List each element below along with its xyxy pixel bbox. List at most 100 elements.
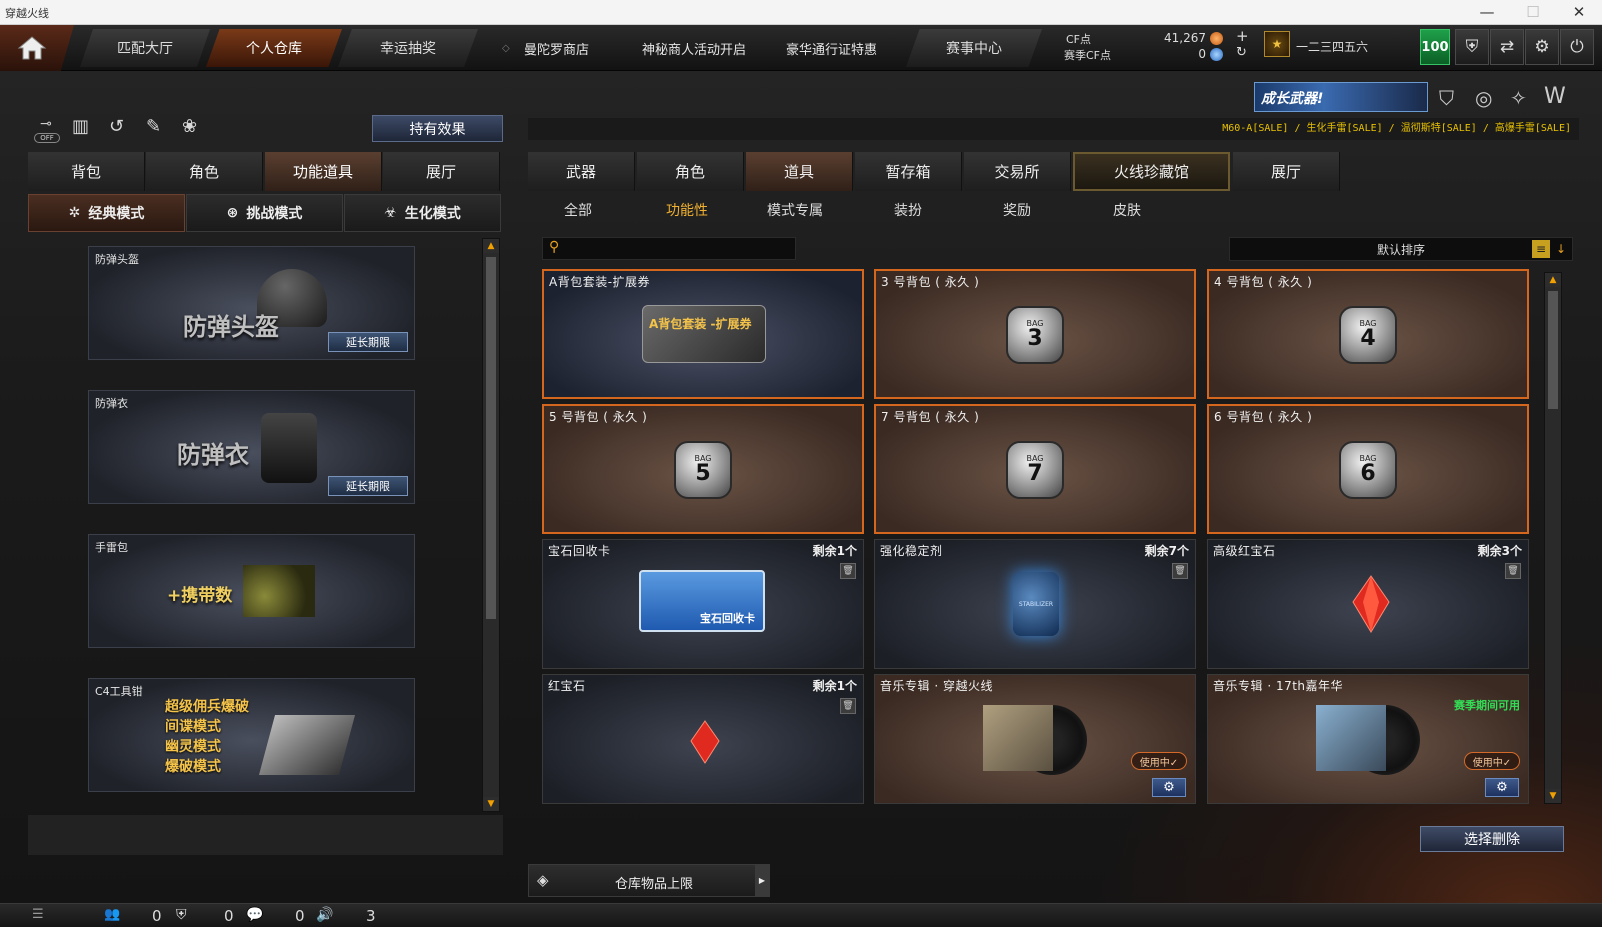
scroll-thumb[interactable]	[1548, 291, 1558, 409]
trash-icon[interactable]: 🗑	[1505, 563, 1521, 579]
gear-icon[interactable]: ⚙	[1485, 778, 1519, 797]
menu-list-icon[interactable]: ☰	[32, 907, 44, 922]
album-cover-image	[1316, 705, 1386, 771]
extend-period-button[interactable]: 延长期限	[328, 332, 408, 352]
mode-classic-button[interactable]: ✲ 经典模式	[28, 194, 185, 232]
in-use-badge: 使用中✓	[1464, 752, 1520, 770]
left-tab-showroom[interactable]: 展厅	[383, 152, 500, 191]
nav-link-mystery-merchant[interactable]: 神秘商人活动开启	[642, 29, 746, 67]
nav-tab-warehouse[interactable]: 个人仓库	[206, 29, 342, 67]
settings-gear-icon[interactable]: ⚙	[1525, 29, 1559, 65]
storage-limit-bar[interactable]: ◈ 仓库物品上限 ▶	[528, 864, 770, 897]
item-card[interactable]: 5 号背包 ( 永久 ) BAG 5	[542, 404, 864, 534]
right-tab-showroom[interactable]: 展厅	[1233, 152, 1340, 191]
speaker-icon[interactable]: 🔊	[316, 907, 333, 923]
left-item-vest[interactable]: 防弹衣 防弹衣 延长期限	[88, 390, 415, 504]
add-cf-icon[interactable]: +	[1236, 27, 1249, 45]
sale-ticker[interactable]: M60-A[SALE] / 生化手雷[SALE] / 温彻斯特[SALE] / …	[528, 118, 1579, 140]
backpack-icon: BAG 5	[674, 441, 732, 499]
nav-tab-lobby[interactable]: 匹配大厅	[80, 29, 210, 67]
pouch-icon[interactable]: ❀	[182, 116, 197, 137]
right-tab-character[interactable]: 角色	[637, 152, 744, 191]
friends-icon[interactable]: 👥	[104, 907, 120, 922]
emblem-star-icon[interactable]: ✧	[1510, 86, 1527, 110]
home-button[interactable]	[0, 25, 74, 71]
refresh-icon[interactable]: ↻	[1236, 45, 1247, 60]
trash-icon[interactable]: 🗑	[1172, 563, 1188, 579]
clan-shield-icon[interactable]: ⛨	[176, 907, 187, 923]
history-icon[interactable]: ↺	[109, 116, 124, 137]
emblem-v-icon[interactable]: ⛉	[1439, 86, 1454, 110]
scroll-down-arrow[interactable]: ▼	[483, 797, 499, 811]
mode-zombie-button[interactable]: ☣ 生化模式	[344, 194, 501, 232]
right-tab-collection[interactable]: 火线珍藏馆	[1073, 152, 1230, 191]
subtab-rewards[interactable]: 奖励	[1003, 200, 1031, 220]
item-card[interactable]: 6 号背包 ( 永久 ) BAG 6	[1207, 404, 1529, 534]
left-scrollbar[interactable]: ▲ ▼	[482, 238, 500, 812]
rank-chart-icon[interactable]: ▥	[72, 116, 89, 137]
owned-effects-button[interactable]: 持有效果	[372, 115, 503, 142]
growth-weapon-banner[interactable]: 成长武器!	[1254, 82, 1428, 112]
scroll-up-arrow[interactable]: ▲	[483, 239, 499, 253]
left-tab-functional-items[interactable]: 功能道具	[265, 152, 382, 191]
c4-mode-line: 超级佣兵爆破	[165, 699, 249, 715]
sort-dropdown[interactable]: 默认排序 ≡ ↓	[1229, 237, 1573, 261]
paint-spray-icon[interactable]: ✎	[146, 116, 161, 137]
item-card[interactable]: 音乐专辑 · 17th嘉年华 赛季期间可用 使用中✓ ⚙	[1207, 674, 1529, 804]
list-view-icon[interactable]: ≡	[1532, 240, 1550, 258]
left-item-c4-pliers[interactable]: C4工具钳 超级佣兵爆破 间谍模式 幽灵模式 爆破模式	[88, 678, 415, 792]
subtab-functional[interactable]: 功能性	[666, 200, 708, 220]
grenade-image	[243, 565, 315, 617]
left-tab-character[interactable]: 角色	[146, 152, 263, 191]
item-card[interactable]: A背包套装-扩展券 A背包套装 -扩展券	[542, 269, 864, 399]
search-field[interactable]: ⚲	[542, 237, 796, 260]
subtab-mode-exclusive[interactable]: 模式专属	[767, 200, 823, 220]
subtab-skins[interactable]: 皮肤	[1113, 200, 1141, 220]
minimize-icon[interactable]: —	[1464, 0, 1510, 25]
close-icon[interactable]: ✕	[1556, 0, 1602, 25]
extend-period-button[interactable]: 延长期限	[328, 476, 408, 496]
trash-icon[interactable]: 🗑	[840, 563, 856, 579]
nav-tab-event-center[interactable]: 赛事中心	[906, 29, 1042, 67]
power-icon[interactable]: ⏻	[1560, 29, 1594, 65]
scroll-up-arrow[interactable]: ▲	[1545, 273, 1561, 287]
select-delete-button[interactable]: 选择删除	[1420, 826, 1564, 852]
maximize-icon[interactable]: ☐	[1510, 0, 1556, 25]
item-card[interactable]: 宝石回收卡 剩余1个 🗑 宝石回收卡	[542, 539, 864, 669]
left-item-grenade-pack[interactable]: 手雷包 +携带数	[88, 534, 415, 648]
subtab-all[interactable]: 全部	[564, 200, 592, 220]
toggle-off-button[interactable]: ⊸ OFF	[34, 116, 60, 144]
expand-arrow-icon[interactable]: ▶	[755, 865, 769, 896]
gear-icon[interactable]: ⚙	[1152, 778, 1186, 797]
item-card[interactable]: 7 号背包 ( 永久 ) BAG 7	[874, 404, 1196, 534]
left-item-helmet[interactable]: 防弹头盔 防弹头盔 延长期限	[88, 246, 415, 360]
trash-icon[interactable]: 🗑	[840, 698, 856, 714]
emblem-w-icon[interactable]: W	[1544, 84, 1566, 109]
item-name: 防弹头盔	[95, 253, 139, 266]
sort-direction-icon[interactable]: ↓	[1552, 240, 1570, 258]
scroll-thumb[interactable]	[486, 257, 496, 619]
left-tab-backpack[interactable]: 背包	[28, 152, 145, 191]
search-input[interactable]	[569, 240, 789, 257]
chat-bubble-icon[interactable]: 💬	[246, 907, 263, 923]
exit-room-icon[interactable]: ⇄	[1490, 29, 1524, 65]
nav-link-pass-sale[interactable]: 豪华通行证特惠	[786, 29, 877, 67]
right-tab-storage-box[interactable]: 暂存箱	[855, 152, 962, 191]
item-card[interactable]: 高级红宝石 剩余3个 🗑	[1207, 539, 1529, 669]
right-scrollbar[interactable]: ▲ ▼	[1544, 272, 1562, 804]
subtab-cosmetic[interactable]: 装扮	[894, 200, 922, 220]
right-tab-weapons[interactable]: 武器	[528, 152, 635, 191]
item-card[interactable]: 强化稳定剂 剩余7个 🗑 STABILIZER	[874, 539, 1196, 669]
scroll-down-arrow[interactable]: ▼	[1545, 789, 1561, 803]
item-card[interactable]: 3 号背包 ( 永久 ) BAG 3	[874, 269, 1196, 399]
nav-link-mandala-shop[interactable]: 曼陀罗商店	[524, 29, 589, 67]
item-card[interactable]: 4 号背包 ( 永久 ) BAG 4	[1207, 269, 1529, 399]
item-card[interactable]: 红宝石 剩余1个 🗑	[542, 674, 864, 804]
shield-icon[interactable]: ⛨	[1455, 29, 1489, 65]
mode-challenge-button[interactable]: ⊛ 挑战模式	[186, 194, 343, 232]
right-tab-items[interactable]: 道具	[746, 152, 853, 191]
right-tab-exchange[interactable]: 交易所	[964, 152, 1071, 191]
emblem-globe-icon[interactable]: ◎	[1475, 86, 1492, 110]
nav-tab-lottery[interactable]: 幸运抽奖	[338, 29, 478, 67]
item-card[interactable]: 音乐专辑 · 穿越火线 使用中✓ ⚙	[874, 674, 1196, 804]
